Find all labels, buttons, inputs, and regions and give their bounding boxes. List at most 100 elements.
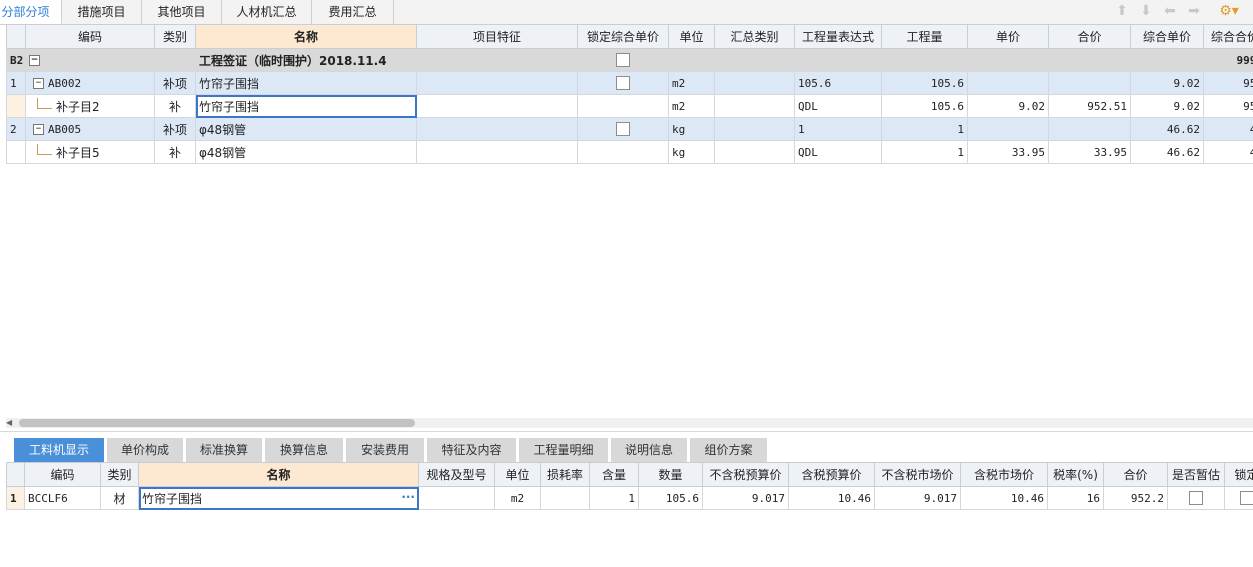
code-cell[interactable]: − AB005 <box>25 117 155 141</box>
feature-cell[interactable] <box>416 140 578 164</box>
unit-cell[interactable]: kg <box>668 140 715 164</box>
price-cell[interactable] <box>967 117 1049 141</box>
type-cell[interactable] <box>154 48 196 72</box>
col-header[interactable]: 单位 <box>494 462 541 487</box>
col-header[interactable]: 项目特征 <box>416 24 578 49</box>
col-header[interactable]: 税率(%) <box>1047 462 1104 487</box>
price-cell[interactable] <box>967 71 1049 95</box>
code-cell[interactable]: BCCLF6 <box>24 486 101 510</box>
arrow-up-icon[interactable]: ⬆ <box>1113 2 1131 20</box>
col-header[interactable]: 锁定综合单价 <box>577 24 669 49</box>
col-header[interactable]: 工程量表达式 <box>794 24 882 49</box>
col-header[interactable]: 含税市场价 <box>960 462 1048 487</box>
expr-cell[interactable] <box>794 48 882 72</box>
tab-anzhuang[interactable]: 安装费用 <box>346 438 424 463</box>
col-header[interactable]: 规格及型号 <box>418 462 495 487</box>
expr-cell[interactable]: QDL <box>794 94 882 118</box>
unit-total-cell[interactable]: 999. <box>1203 48 1253 72</box>
unit-cell[interactable]: m2 <box>494 486 541 510</box>
table-row[interactable]: 补子目5 补 φ48钢管 kg QDL 1 33.95 33.95 46.62 … <box>6 140 1253 164</box>
col-header[interactable]: 锁定 <box>1224 462 1253 487</box>
type-cell[interactable]: 补项 <box>154 117 196 141</box>
arrow-right-icon[interactable]: ➡ <box>1185 2 1203 20</box>
collapse-icon[interactable]: − <box>33 124 44 135</box>
tab-shuoming[interactable]: 说明信息 <box>611 438 687 463</box>
table-row[interactable]: 1 −AB002 补项 竹帘子围挡 m2 105.6 105.6 9.02 95… <box>6 71 1253 95</box>
estimate-cell[interactable] <box>1167 486 1225 510</box>
unit-price-cell[interactable]: 9.02 <box>1130 94 1204 118</box>
unit-price-cell[interactable]: 9.02 <box>1130 71 1204 95</box>
collapse-icon[interactable]: − <box>29 55 40 66</box>
code-cell[interactable]: − AB002 <box>25 71 155 95</box>
col-header[interactable]: 类别 <box>154 24 196 49</box>
summary-cell[interactable] <box>714 117 795 141</box>
unit-cell[interactable]: m2 <box>668 94 715 118</box>
loss-cell[interactable] <box>540 486 590 510</box>
tab-qita[interactable]: 其他项目 <box>142 0 222 24</box>
qty-cell[interactable]: 1 <box>881 117 968 141</box>
unit-total-cell[interactable]: 46 <box>1203 140 1253 164</box>
col-header[interactable]: 汇总类别 <box>714 24 795 49</box>
qty-cell[interactable] <box>881 48 968 72</box>
unit-cell[interactable] <box>668 48 715 72</box>
table-row[interactable]: 1 BCCLF6 材 竹帘子围挡 ··· m2 1 105.6 9.017 10.… <box>6 486 1253 510</box>
lock-checkbox[interactable] <box>616 53 630 68</box>
name-cell[interactable]: φ48钢管 <box>195 117 417 141</box>
arrow-down-icon[interactable]: ⬇ <box>1137 2 1155 20</box>
tab-zujia[interactable]: 组价方案 <box>690 438 767 463</box>
tab-cuoshi[interactable]: 措施项目 <box>62 0 142 24</box>
code-cell[interactable]: − <box>25 48 155 72</box>
feature-cell[interactable] <box>416 71 578 95</box>
arrow-left-icon[interactable]: ⬅ <box>1161 2 1179 20</box>
summary-cell[interactable] <box>714 71 795 95</box>
col-header[interactable]: 含税预算价 <box>788 462 875 487</box>
col-header[interactable]: 编码 <box>24 462 101 487</box>
qty-cell[interactable]: 105.6 <box>638 486 703 510</box>
type-cell[interactable]: 补 <box>154 140 196 164</box>
unit-price-cell[interactable]: 46.62 <box>1130 117 1204 141</box>
col-header[interactable]: 综合单价 <box>1130 24 1204 49</box>
feature-cell[interactable] <box>416 94 578 118</box>
lock-cell[interactable] <box>577 71 669 95</box>
col-header[interactable]: 工程量 <box>881 24 968 49</box>
ellipsis-button[interactable]: ··· <box>401 490 415 504</box>
unit-total-cell[interactable]: 952 <box>1203 71 1253 95</box>
type-cell[interactable]: 材 <box>100 486 139 510</box>
tax-rate-cell[interactable]: 16 <box>1047 486 1104 510</box>
tab-fenbu[interactable]: 分部分项 <box>0 0 62 24</box>
tab-rencaiji[interactable]: 人材机汇总 <box>222 0 312 24</box>
tab-biaozhun[interactable]: 标准换算 <box>186 438 262 463</box>
market-excl-tax-cell[interactable]: 9.017 <box>874 486 961 510</box>
name-cell-selected[interactable]: 竹帘子围挡 <box>195 94 417 118</box>
lock-cell[interactable] <box>1224 486 1253 510</box>
lock-checkbox[interactable] <box>616 76 630 91</box>
collapse-icon[interactable]: − <box>33 78 44 89</box>
name-cell[interactable]: φ48钢管 <box>195 140 417 164</box>
col-header[interactable]: 含量 <box>589 462 639 487</box>
lock-checkbox[interactable] <box>616 122 630 137</box>
lock-cell[interactable] <box>577 48 669 72</box>
expr-cell[interactable]: 105.6 <box>794 71 882 95</box>
scrollbar-thumb[interactable] <box>19 419 415 427</box>
lock-checkbox[interactable] <box>1239 491 1253 506</box>
estimate-checkbox[interactable] <box>1189 491 1203 506</box>
table-row[interactable]: 2 −AB005 补项 φ48钢管 kg 1 1 46.62 46 <box>6 117 1253 141</box>
unit-cell[interactable]: m2 <box>668 71 715 95</box>
content-cell[interactable]: 1 <box>589 486 639 510</box>
col-header[interactable]: 损耗率 <box>540 462 590 487</box>
type-cell[interactable]: 补 <box>154 94 196 118</box>
col-header[interactable]: 合价 <box>1103 462 1168 487</box>
col-header[interactable]: 数量 <box>638 462 703 487</box>
total-cell[interactable]: 952.51 <box>1048 94 1131 118</box>
lock-cell[interactable] <box>577 94 669 118</box>
total-cell[interactable] <box>1048 48 1131 72</box>
lock-cell[interactable] <box>577 117 669 141</box>
feature-cell[interactable] <box>416 117 578 141</box>
col-header[interactable]: 名称 <box>138 462 419 487</box>
total-cell[interactable] <box>1048 117 1131 141</box>
tab-feiyong[interactable]: 费用汇总 <box>312 0 394 24</box>
col-header[interactable]: 名称 <box>195 24 417 49</box>
summary-cell[interactable] <box>714 94 795 118</box>
col-header[interactable]: 综合合价 <box>1203 24 1253 49</box>
tab-gongliaoji[interactable]: 工料机显示 <box>14 438 104 463</box>
